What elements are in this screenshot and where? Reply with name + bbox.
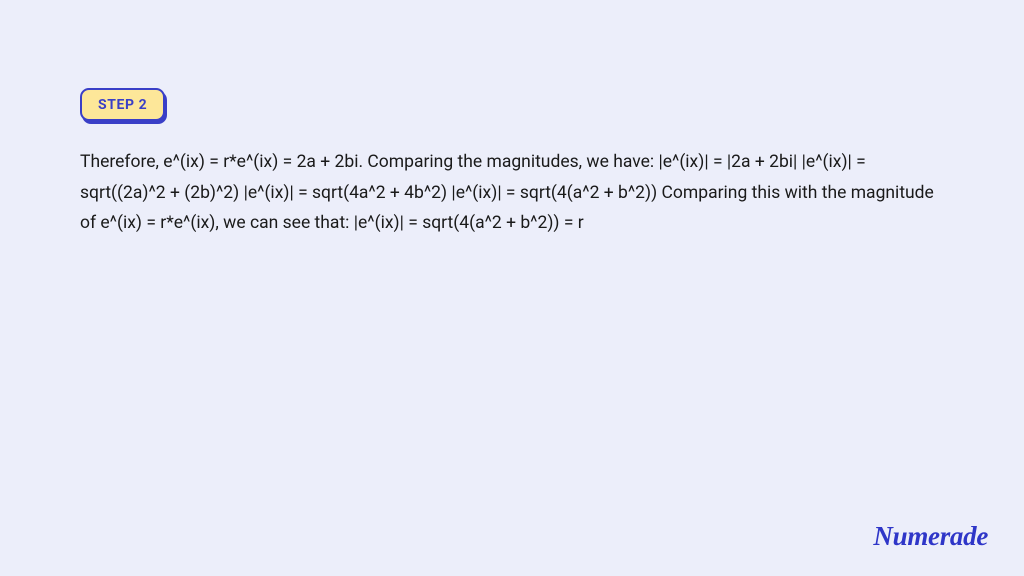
content-area: STEP 2 Therefore, e^(ix) = r*e^(ix) = 2a…: [0, 0, 1024, 239]
step-badge: STEP 2: [80, 88, 165, 121]
brand-logo: Numerade: [873, 521, 988, 552]
step-body-text: Therefore, e^(ix) = r*e^(ix) = 2a + 2bi.…: [80, 147, 944, 239]
